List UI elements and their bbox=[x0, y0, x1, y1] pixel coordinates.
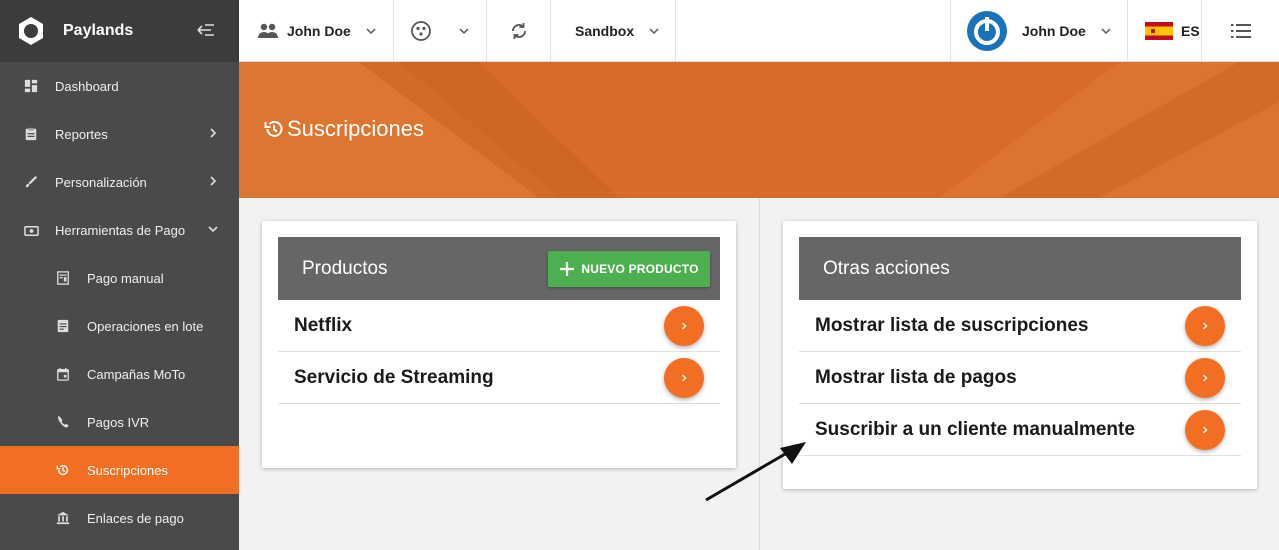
product-name: Servicio de Streaming bbox=[294, 366, 494, 388]
apps-icon bbox=[411, 20, 431, 41]
brush-icon bbox=[23, 174, 39, 190]
actions-list: Mostrar lista de suscripciones Mostrar l… bbox=[799, 300, 1241, 456]
sidebar-item-operaciones-en-lote[interactable]: Operaciones en lote bbox=[0, 302, 239, 350]
menu-button[interactable] bbox=[1202, 0, 1279, 61]
list-item[interactable]: Netflix bbox=[278, 300, 720, 352]
chevron-down-icon bbox=[459, 27, 469, 34]
sidebar-item-pago-manual[interactable]: Pago manual bbox=[0, 254, 239, 302]
environment-switcher[interactable]: Sandbox bbox=[551, 0, 676, 61]
apps-switcher[interactable] bbox=[394, 0, 487, 61]
list-item[interactable]: Mostrar lista de pagos bbox=[799, 352, 1241, 404]
profile-menu[interactable]: John Doe bbox=[950, 0, 1128, 61]
plus-icon bbox=[560, 262, 575, 276]
other-actions-card: Otras acciones Mostrar lista de suscripc… bbox=[783, 221, 1257, 489]
batch-icon bbox=[55, 318, 71, 334]
chevron-down-icon bbox=[208, 226, 218, 233]
products-list: Netflix Servicio de Streaming bbox=[278, 300, 720, 404]
other-actions-card-title: Otras acciones bbox=[823, 257, 950, 279]
product-name: Netflix bbox=[294, 314, 353, 336]
page-title: Suscripciones bbox=[263, 116, 424, 142]
spain-flag-icon bbox=[1145, 21, 1173, 40]
sidebar-item-pagos-ivr[interactable]: Pagos IVR bbox=[0, 398, 239, 446]
products-card-title: Productos bbox=[302, 257, 388, 279]
sidebar: Paylands Dashboard Reportes Personalizac… bbox=[0, 0, 239, 550]
profile-name: John Doe bbox=[1022, 22, 1086, 39]
sidebar-item-label: Personalización bbox=[55, 174, 147, 190]
sidebar-item-label: Campañas MoTo bbox=[87, 366, 186, 382]
payment-tools-icon bbox=[23, 222, 39, 238]
sidebar-item-dashboard[interactable]: Dashboard bbox=[0, 62, 239, 110]
sidebar-item-label: Operaciones en lote bbox=[87, 318, 204, 334]
list-item[interactable]: Mostrar lista de suscripciones bbox=[799, 300, 1241, 352]
chevron-down-icon bbox=[1101, 27, 1111, 34]
calendar-icon bbox=[55, 366, 71, 382]
action-label: Mostrar lista de pagos bbox=[815, 366, 1017, 388]
sidebar-item-label: Dashboard bbox=[55, 78, 119, 94]
action-label: Mostrar lista de suscripciones bbox=[815, 314, 1089, 336]
bank-icon bbox=[55, 510, 71, 526]
sync-icon bbox=[511, 22, 526, 39]
phone-icon bbox=[55, 414, 71, 430]
page-title-text: Suscripciones bbox=[287, 116, 424, 141]
sidebar-item-label: Reportes bbox=[55, 126, 108, 142]
topbar: John Doe Sandbox John Doe ES bbox=[239, 0, 1279, 62]
user-switcher[interactable]: John Doe bbox=[239, 0, 394, 61]
sidebar-item-label: Pago manual bbox=[87, 270, 164, 286]
sidebar-item-campanas-moto[interactable]: Campañas MoTo bbox=[0, 350, 239, 398]
paylands-logo-icon bbox=[19, 17, 43, 45]
sidebar-item-enlaces-de-pago[interactable]: Enlaces de pago bbox=[0, 494, 239, 542]
sync-button[interactable] bbox=[487, 0, 551, 61]
chevron-right-icon bbox=[1203, 426, 1208, 434]
chevron-right-icon bbox=[682, 322, 687, 330]
users-icon bbox=[258, 23, 278, 38]
environment-label: Sandbox bbox=[575, 22, 635, 39]
chevron-down-icon bbox=[649, 27, 659, 34]
chevron-right-icon bbox=[1203, 322, 1208, 330]
products-card-header: Productos NUEVO PRODUCTO bbox=[278, 237, 720, 300]
annotation-arrow-icon bbox=[705, 442, 806, 502]
history-icon bbox=[55, 462, 71, 478]
open-action-button[interactable] bbox=[1185, 306, 1225, 346]
collapse-sidebar-icon[interactable] bbox=[195, 19, 217, 41]
chevron-down-icon bbox=[366, 27, 376, 34]
brand-name: Paylands bbox=[63, 22, 134, 39]
other-actions-card-header: Otras acciones bbox=[799, 237, 1241, 300]
new-product-button[interactable]: NUEVO PRODUCTO bbox=[548, 251, 710, 287]
dashboard-icon bbox=[23, 78, 39, 94]
language-label: ES bbox=[1181, 22, 1200, 39]
avatar bbox=[967, 10, 1007, 51]
sidebar-item-personalizacion[interactable]: Personalización bbox=[0, 158, 239, 206]
open-action-button[interactable] bbox=[1185, 358, 1225, 398]
list-menu-icon bbox=[1230, 23, 1251, 38]
list-item[interactable]: Suscribir a un cliente manualmente bbox=[799, 404, 1241, 456]
chevron-right-icon bbox=[1203, 374, 1208, 382]
sidebar-item-herramientas-de-pago[interactable]: Herramientas de Pago bbox=[0, 206, 239, 254]
user-switcher-label: John Doe bbox=[287, 22, 351, 39]
list-item[interactable]: Servicio de Streaming bbox=[278, 352, 720, 404]
sidebar-item-reportes[interactable]: Reportes bbox=[0, 110, 239, 158]
manual-payment-icon bbox=[55, 270, 71, 286]
chevron-right-icon bbox=[682, 374, 687, 382]
sidebar-item-suscripciones[interactable]: Suscripciones bbox=[0, 446, 239, 494]
sidebar-brand[interactable]: Paylands bbox=[0, 0, 239, 62]
history-icon bbox=[264, 120, 283, 137]
sidebar-nav: Dashboard Reportes Personalización Herra… bbox=[0, 62, 239, 542]
new-product-label: NUEVO PRODUCTO bbox=[581, 262, 699, 276]
action-label: Suscribir a un cliente manualmente bbox=[815, 418, 1135, 440]
open-product-button[interactable] bbox=[664, 306, 704, 346]
sidebar-item-label: Herramientas de Pago bbox=[55, 222, 186, 238]
sidebar-item-label: Enlaces de pago bbox=[87, 510, 184, 526]
chevron-right-icon bbox=[210, 128, 217, 138]
sidebar-item-label: Pagos IVR bbox=[87, 414, 150, 430]
open-action-button[interactable] bbox=[1185, 410, 1225, 450]
page-banner: Suscripciones bbox=[239, 62, 1279, 198]
open-product-button[interactable] bbox=[664, 358, 704, 398]
language-switcher[interactable]: ES bbox=[1128, 0, 1202, 61]
chevron-right-icon bbox=[210, 176, 217, 186]
products-card: Productos NUEVO PRODUCTO Netflix Servici… bbox=[262, 221, 736, 468]
sidebar-item-label: Suscripciones bbox=[87, 462, 168, 478]
report-icon bbox=[23, 126, 39, 142]
